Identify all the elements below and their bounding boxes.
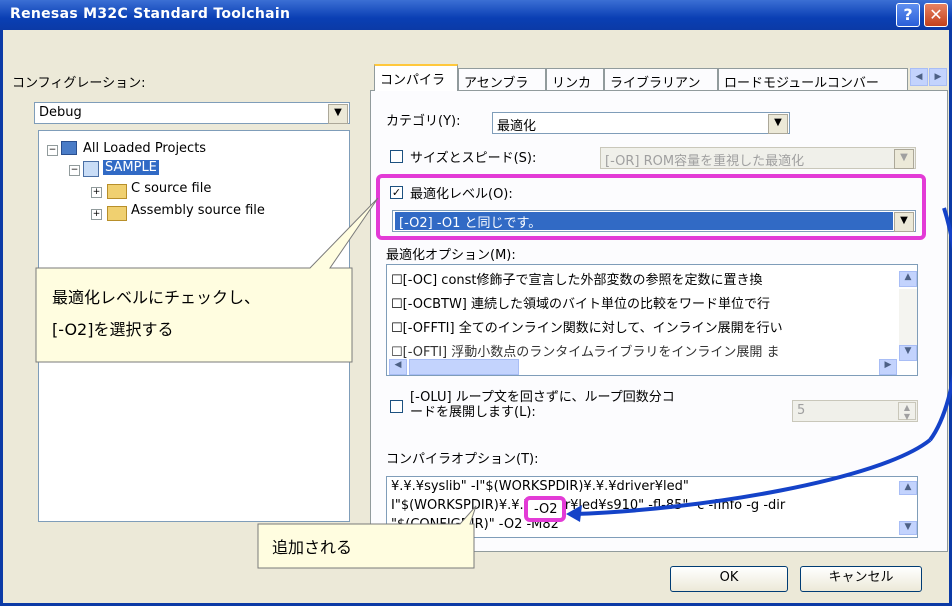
tab-compiler[interactable]: コンパイラ	[374, 64, 458, 91]
callout-text-1: 最適化レベルにチェックし、 [-O2]を選択する	[52, 288, 261, 339]
arrow-head	[566, 505, 582, 522]
arrow-upper	[928, 207, 952, 442]
arrow-lower	[573, 438, 932, 516]
callout-text-2: 追加される	[272, 538, 353, 557]
